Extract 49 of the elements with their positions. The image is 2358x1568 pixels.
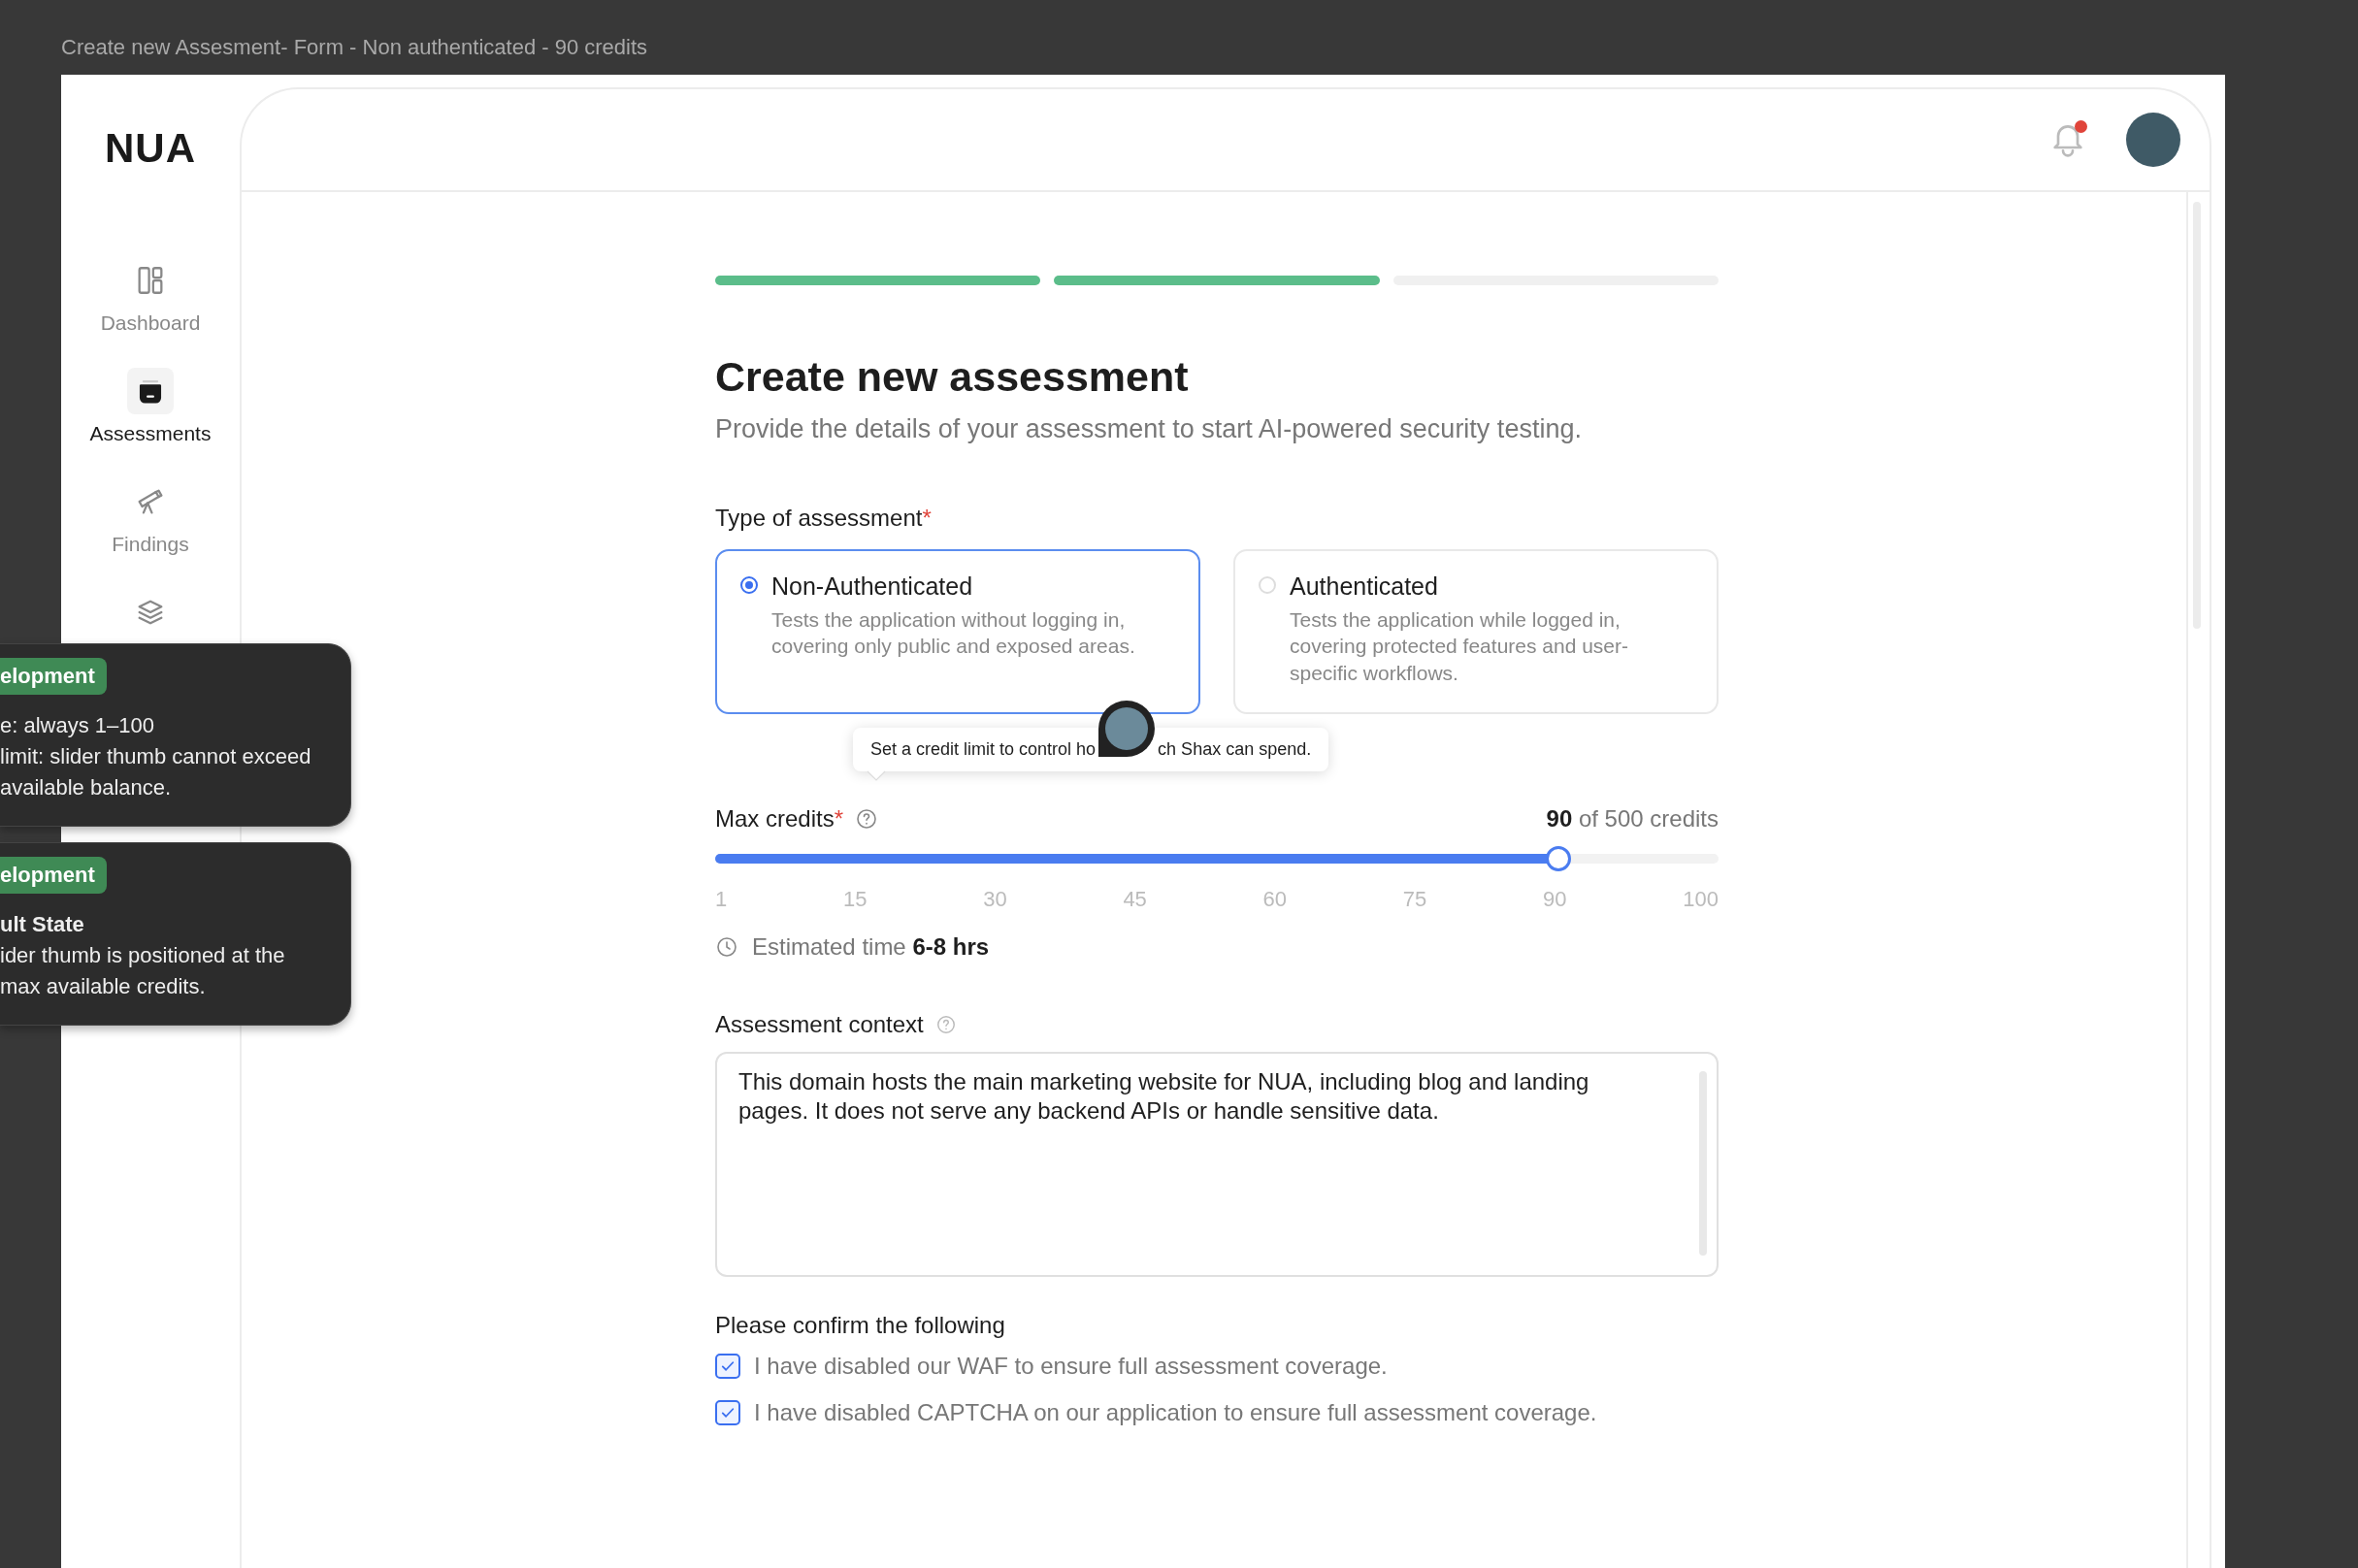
option-title: Authenticated	[1290, 572, 1439, 601]
status-tag: elopment	[0, 658, 107, 695]
checkbox-label: I have disabled CAPTCHA on our application to ensure full assessment coverage.	[754, 1399, 1597, 1426]
tick-label: 75	[1402, 887, 1427, 912]
annotation-text: max available credits.	[0, 973, 207, 1000]
tick-label: 1	[715, 887, 728, 912]
status-tag: elopment	[0, 857, 107, 894]
estimated-time: Estimated time 6-8 hrs	[752, 933, 990, 961]
tooltip-text: Set a credit limit to control ho	[870, 739, 1097, 760]
annotation-text: ider thumb is positioned at the	[0, 942, 286, 969]
field-label: Max credits*	[715, 805, 844, 833]
option-description: Tests the application while logged in, covering protected features and user-specific workflows.	[1290, 607, 1630, 686]
tick-label: 100	[1683, 887, 1719, 912]
logo[interactable]: NUA	[105, 125, 196, 172]
avatar[interactable]	[2126, 113, 2180, 167]
option-title: Non-Authenticated	[771, 572, 974, 601]
page-title: Create new assessment	[715, 353, 1190, 401]
clock-icon	[715, 935, 738, 959]
nav-item[interactable]: Assessments	[89, 368, 212, 445]
annotation-text: e: always 1–100	[0, 712, 155, 739]
nav-item[interactable]: Dashboard	[100, 257, 201, 335]
checkbox-label: I have disabled our WAF to ensure full assessment coverage.	[754, 1353, 1388, 1380]
option-description: Tests the application without logging in, covering only public and exposed areas.	[771, 607, 1136, 660]
radio-button[interactable]	[740, 576, 758, 594]
annotation-text: limit: slider thumb cannot exceed	[0, 743, 312, 770]
checkbox[interactable]	[715, 1400, 740, 1425]
option-card[interactable]: Authenticated Tests the application while logged in, covering protected features and user-specific workflows.	[1233, 549, 1719, 714]
tick-label: 45	[1123, 887, 1147, 912]
page-subtitle: Provide the details of your assessment to start AI-powered security testing.	[715, 414, 1583, 444]
frame-title: Create new Assesment- Form - Non authenticated - 90 credits	[61, 35, 648, 61]
field-label: Assessment context	[715, 1011, 924, 1038]
annotation-text: ult State	[0, 911, 85, 938]
text-area[interactable]: This domain hosts the main marketing website for NUA, including blog and landing pages. It does not serve any backend APIs or handle sensitive data.	[715, 1052, 1719, 1277]
checkbox[interactable]	[715, 1354, 740, 1379]
comment-pin[interactable]	[1098, 701, 1156, 757]
tick-label: 60	[1262, 887, 1288, 912]
tick-label: 15	[842, 887, 868, 912]
help-icon	[855, 807, 879, 831]
tooltip-text: ch Shax can spend.	[1158, 739, 1312, 760]
help-icon	[934, 1014, 957, 1035]
credits-value: 90 of 500 credits	[1546, 805, 1719, 833]
annotation-text: available balance.	[0, 774, 173, 801]
slider-thumb[interactable]	[1545, 846, 1571, 871]
section-label: Please confirm the following	[715, 1312, 1006, 1339]
slider[interactable]	[715, 846, 1719, 871]
tick-label: 30	[983, 887, 1007, 912]
nav-item[interactable]: Findings	[112, 478, 189, 556]
section-label: Type of assessment*	[715, 505, 932, 532]
tick-label: 90	[1543, 887, 1567, 912]
